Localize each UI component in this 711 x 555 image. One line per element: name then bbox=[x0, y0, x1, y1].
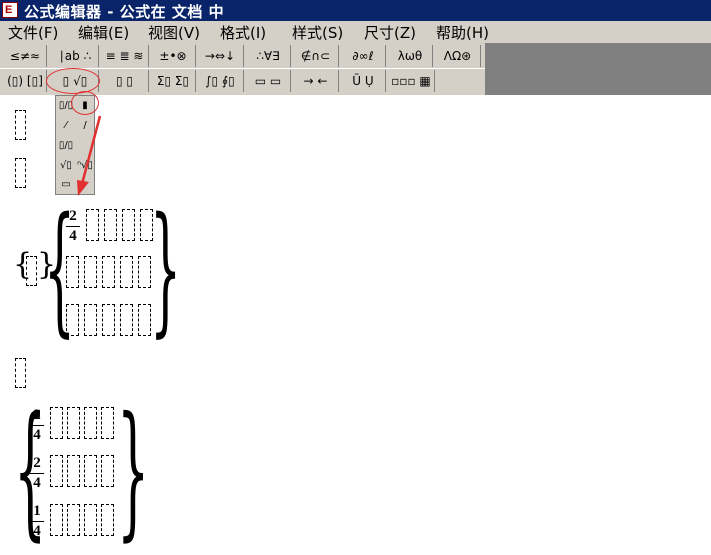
matrix-cell[interactable] bbox=[122, 209, 135, 241]
products-set-theory-templates-icon[interactable]: Ũ Ụ bbox=[341, 70, 386, 92]
denominator: 4 bbox=[33, 427, 41, 443]
greek-uppercase-icon[interactable]: ΛΩ⊛ bbox=[435, 45, 481, 67]
window-title: 公式编辑器 - 公式在 文档 中 bbox=[24, 3, 225, 21]
fraction[interactable]: 2 4 bbox=[30, 455, 44, 492]
matrix-right-brace: } bbox=[150, 188, 182, 351]
app-icon-glyph: E bbox=[5, 4, 13, 16]
matrix-cell[interactable] bbox=[101, 455, 114, 487]
matrix-cell[interactable] bbox=[84, 256, 97, 288]
denominator: 4 bbox=[33, 475, 41, 491]
matrix-cell[interactable] bbox=[120, 304, 133, 336]
matrix2-right-brace: } bbox=[117, 386, 150, 555]
empty-slot[interactable] bbox=[15, 358, 26, 388]
logical-symbols-icon[interactable]: ∴∀∃ bbox=[246, 45, 291, 67]
spaces-ellipses-icon[interactable]: ∣ab ∴ bbox=[52, 45, 99, 67]
denominator: 4 bbox=[33, 523, 41, 539]
misc-symbols-icon[interactable]: ∂∞ℓ bbox=[341, 45, 386, 67]
greek-lowercase-icon[interactable]: λωθ bbox=[388, 45, 433, 67]
fraction-bar bbox=[30, 473, 44, 474]
title-bar: E 公式编辑器 - 公式在 文档 中 bbox=[0, 0, 711, 21]
square-root-icon[interactable]: √▯ bbox=[57, 157, 75, 175]
matrix-cell[interactable] bbox=[86, 209, 99, 241]
fraction[interactable]: 2 4 bbox=[66, 208, 80, 245]
fraction-bar bbox=[66, 226, 80, 227]
matrix-cell[interactable] bbox=[67, 504, 80, 536]
menu-file[interactable]: 文件(F) bbox=[8, 22, 58, 43]
empty-slot[interactable] bbox=[15, 158, 26, 188]
matrix-cell[interactable] bbox=[138, 256, 151, 288]
matrix-cell[interactable] bbox=[140, 209, 153, 241]
numerator: 2 bbox=[33, 455, 41, 471]
menu-bar: 文件(F) 编辑(E) 视图(V) 格式(I) 样式(S) 尺寸(Z) 帮助(H… bbox=[0, 21, 711, 43]
matrix-cell[interactable] bbox=[138, 304, 151, 336]
matrix-cell[interactable] bbox=[67, 455, 80, 487]
matrix-cell[interactable] bbox=[84, 504, 97, 536]
matrix-cell[interactable] bbox=[120, 256, 133, 288]
labeled-arrow-templates-icon[interactable]: → ← bbox=[293, 70, 339, 92]
matrix-cell[interactable] bbox=[84, 304, 97, 336]
set-theory-icon[interactable]: ∉∩⊂ bbox=[293, 45, 339, 67]
matrix-cell[interactable] bbox=[84, 455, 97, 487]
matrix-cell[interactable] bbox=[66, 304, 79, 336]
numerator: 2 bbox=[69, 208, 77, 224]
matrix-cell[interactable] bbox=[66, 256, 79, 288]
menu-edit[interactable]: 编辑(E) bbox=[78, 22, 129, 43]
nth-root-icon[interactable]: ⁿ√▯ bbox=[76, 157, 94, 175]
slash-fraction-icon[interactable]: ⁄ bbox=[57, 117, 75, 135]
empty-slot[interactable] bbox=[15, 110, 26, 140]
toolbar-area: ≤≠≈ ∣ab ∴ ≡ ≣ ≋ ±•⊗ →⇔↓ ∴∀∃ ∉∩⊂ ∂∞ℓ λωθ … bbox=[0, 43, 711, 95]
fraction-bar bbox=[30, 425, 44, 426]
fence-templates-icon[interactable]: (▯) [▯] bbox=[4, 70, 47, 92]
menu-help[interactable]: 帮助(H) bbox=[436, 22, 489, 43]
denominator: 4 bbox=[69, 228, 77, 244]
menu-style[interactable]: 样式(S) bbox=[292, 22, 343, 43]
operator-symbols-icon[interactable]: ±•⊗ bbox=[151, 45, 196, 67]
matrix-cell[interactable] bbox=[50, 504, 63, 536]
matrix-cell[interactable] bbox=[50, 455, 63, 487]
fraction[interactable]: 1 4 bbox=[30, 503, 44, 540]
matrix-cell[interactable] bbox=[101, 504, 114, 536]
fraction[interactable]: 2 4 bbox=[30, 407, 44, 444]
subscript-superscript-templates-icon[interactable]: ▯ ▯ bbox=[101, 70, 149, 92]
equation-editor-app-icon[interactable]: E bbox=[2, 2, 18, 18]
fraction-bar bbox=[30, 521, 44, 522]
matrix-cell[interactable] bbox=[84, 407, 97, 439]
integral-templates-icon[interactable]: ∫▯ ∮▯ bbox=[197, 70, 244, 92]
matrix-cell[interactable] bbox=[104, 209, 117, 241]
empty-slot[interactable] bbox=[26, 256, 37, 286]
menu-size[interactable]: 尺寸(Z) bbox=[364, 22, 416, 43]
matrix-cell[interactable] bbox=[67, 407, 80, 439]
embellishments-icon[interactable]: ≡ ≣ ≋ bbox=[101, 45, 149, 67]
summation-templates-icon[interactable]: Σ▯ Σ▯ bbox=[151, 70, 196, 92]
arrow-symbols-icon[interactable]: →⇔↓ bbox=[197, 45, 244, 67]
palette-button-highlight bbox=[46, 68, 100, 94]
menu-view[interactable]: 视图(V) bbox=[148, 22, 200, 43]
matrix-cell[interactable] bbox=[102, 304, 115, 336]
baseline-slash-fraction-icon[interactable]: ▯/▯ bbox=[57, 137, 75, 155]
matrix-templates-icon[interactable]: ▫▫▫ ▦ bbox=[388, 70, 435, 92]
menu-format[interactable]: 格式(I) bbox=[220, 22, 266, 43]
dropdown-item-highlight bbox=[71, 91, 99, 115]
matrix-cell[interactable] bbox=[50, 407, 63, 439]
matrix-cell[interactable] bbox=[101, 407, 114, 439]
numerator: 2 bbox=[33, 407, 41, 423]
relational-symbols-icon[interactable]: ≤≠≈ bbox=[4, 45, 47, 67]
numerator: 1 bbox=[33, 503, 41, 519]
underbar-overbar-templates-icon[interactable]: ▭ ▭ bbox=[246, 70, 291, 92]
matrix-cell[interactable] bbox=[102, 256, 115, 288]
small-slash-fraction-icon[interactable]: / bbox=[76, 117, 94, 135]
